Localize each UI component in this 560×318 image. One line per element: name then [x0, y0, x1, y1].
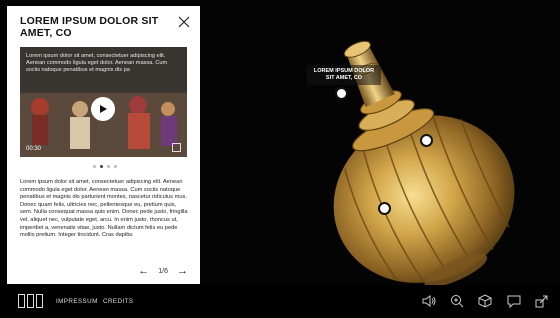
- fullscreen-icon[interactable]: [172, 143, 181, 152]
- video-time: 00:30: [26, 146, 42, 152]
- comment-button[interactable]: [506, 293, 522, 309]
- zoom-in-icon[interactable]: [449, 293, 465, 309]
- credits-link[interactable]: CREDITS: [103, 298, 133, 305]
- cube-icon[interactable]: [477, 293, 493, 309]
- share-button[interactable]: [534, 293, 550, 309]
- play-icon[interactable]: [98, 104, 108, 114]
- hotspot-marker-top[interactable]: [335, 87, 348, 100]
- carousel-dot-active[interactable]: [100, 165, 103, 168]
- page-indicator: 1/6: [158, 267, 168, 275]
- bottom-toolbar: IMPRESSUM CREDITS: [0, 285, 560, 318]
- video-player[interactable]: Lorem ipsum dolor sit amet, consectetuer…: [20, 47, 187, 157]
- close-button[interactable]: [178, 15, 190, 28]
- carousel-dots: [93, 165, 117, 168]
- pager: ← 1/6 →: [138, 266, 188, 277]
- play-button[interactable]: [91, 97, 115, 121]
- close-icon[interactable]: [178, 16, 190, 28]
- carousel-dot[interactable]: [114, 165, 117, 168]
- speaker-icon[interactable]: [421, 293, 437, 309]
- prev-arrow-icon[interactable]: ←: [138, 266, 149, 277]
- speech-bubble-icon[interactable]: [506, 293, 522, 309]
- hotspot-marker-bottom[interactable]: [378, 202, 391, 215]
- audio-button[interactable]: [421, 293, 437, 309]
- share-icon[interactable]: [534, 293, 550, 309]
- carousel-dot[interactable]: [93, 165, 96, 168]
- next-arrow-icon[interactable]: →: [177, 266, 188, 277]
- impressum-link[interactable]: IMPRESSUM: [56, 298, 98, 305]
- 3d-view-button[interactable]: [477, 293, 493, 309]
- panel-body-text: Lorem ipsum dolor sit amet, consectetuer…: [20, 179, 188, 239]
- hotspot-tooltip: LOREM IPSUM DOLOR SIT AMET, CO: [307, 65, 381, 85]
- grid-menu-icon[interactable]: [18, 294, 43, 308]
- panel-title: LOREM IPSUM DOLOR SIT AMET, CO: [20, 15, 159, 39]
- info-panel: LOREM IPSUM DOLOR SIT AMET, CO Lorem ips…: [7, 6, 200, 284]
- zoom-button[interactable]: [449, 293, 465, 309]
- carousel-dot[interactable]: [107, 165, 110, 168]
- video-description: Lorem ipsum dolor sit amet, consectetuer…: [26, 53, 168, 74]
- hotspot-marker-middle[interactable]: [420, 134, 433, 147]
